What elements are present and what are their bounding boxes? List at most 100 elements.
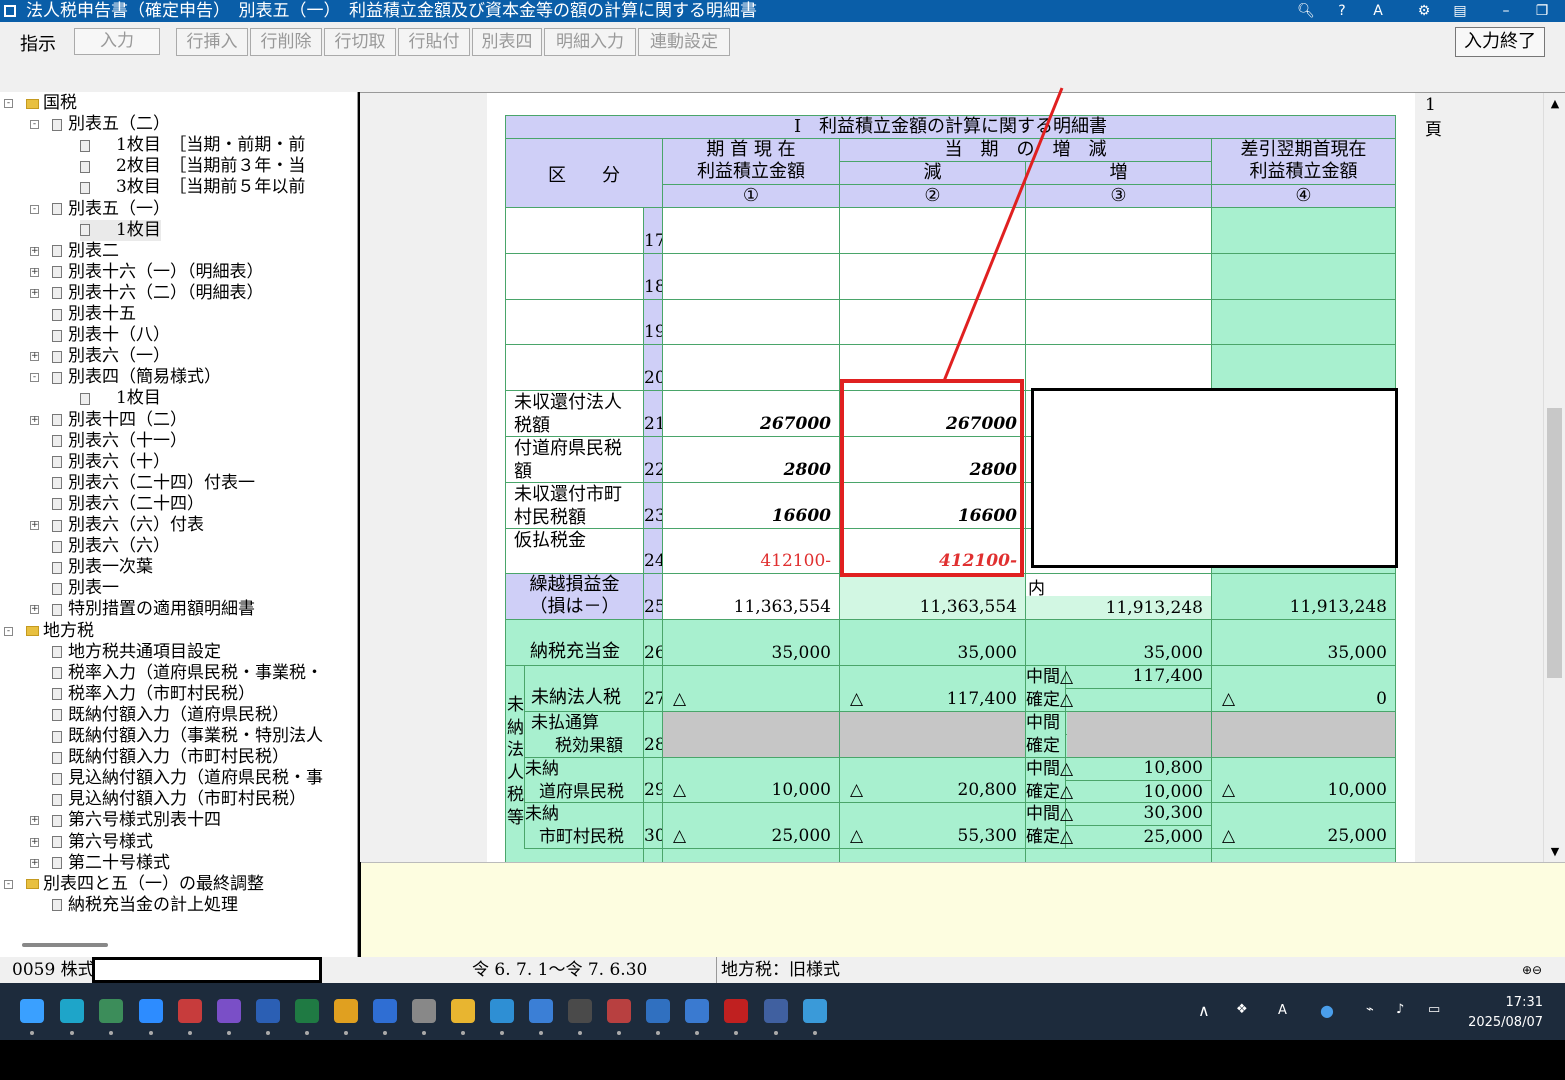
sub-cell-final[interactable]: 確定 — [1026, 734, 1211, 757]
tax-app-icon[interactable] — [685, 999, 709, 1023]
app-icon[interactable] — [217, 999, 241, 1023]
tree-item[interactable]: 1枚目 — [80, 388, 161, 409]
zoom-icon[interactable] — [139, 999, 163, 1023]
app-icon[interactable] — [412, 999, 436, 1023]
search-icon[interactable]: 🔍︎ — [1292, 0, 1320, 22]
input-cell[interactable] — [1212, 711, 1396, 758]
app-icon[interactable] — [490, 999, 514, 1023]
row-label-cell[interactable]: 仮払税金 — [506, 528, 644, 575]
excel-icon[interactable] — [295, 999, 319, 1023]
row-label-cell[interactable]: 未収還付市町 村民税額 — [506, 482, 644, 529]
tree-expander-icon[interactable]: + — [30, 858, 39, 868]
tree-expander-icon[interactable]: + — [30, 352, 39, 362]
tree-item[interactable]: 3枚目 ［当期前５年以前 — [80, 177, 305, 198]
tree-item[interactable]: 1枚目 ［当期・前期・前 — [80, 135, 305, 156]
tree-item[interactable]: 2枚目 ［当期前３年・当 — [80, 156, 305, 177]
input-cell[interactable]: 35,000 — [840, 620, 1026, 666]
clock[interactable]: 17:31 2025/08/07 — [1468, 993, 1543, 1033]
tax-app-icon[interactable] — [764, 999, 788, 1023]
tree-item[interactable]: 別表四と五（一）の最終調整 — [26, 874, 264, 895]
input-cell[interactable]: 35,000 — [1212, 620, 1396, 666]
app-icon[interactable] — [568, 999, 592, 1023]
row-label-cell[interactable] — [506, 253, 644, 300]
pdf-icon[interactable] — [724, 999, 748, 1023]
tree-expander-icon[interactable]: + — [30, 288, 39, 298]
zoom-icon[interactable]: ⊕⊖ — [1522, 957, 1542, 983]
layout-icon[interactable]: ▤ — [1446, 0, 1474, 22]
input-cell[interactable] — [663, 299, 840, 346]
input-cell[interactable] — [663, 253, 840, 300]
scroll-thumb[interactable] — [1547, 408, 1562, 678]
link-settings-button[interactable]: 連動設定 — [638, 28, 730, 56]
sub-cell-interim[interactable]: 中間 — [1026, 711, 1211, 735]
input-cell[interactable] — [1212, 208, 1396, 254]
input-cell[interactable]: 16600 — [663, 482, 840, 529]
tree-item[interactable]: 納税充当金の計上処理 — [52, 895, 238, 916]
paste-row-button[interactable]: 行貼付 — [398, 28, 470, 56]
delete-row-button[interactable]: 行削除 — [250, 28, 322, 56]
row-label-cell[interactable] — [506, 208, 644, 254]
tree-item[interactable]: 別表一 — [52, 578, 119, 599]
tree-item[interactable]: 別表四（簡易様式） — [52, 367, 221, 388]
input-cell[interactable]: 267000 — [663, 391, 840, 437]
help-icon[interactable]: ? — [1328, 0, 1356, 22]
tree-expander-icon[interactable]: - — [4, 626, 13, 636]
end-input-button[interactable]: 入力終了 — [1455, 27, 1545, 57]
tree-item[interactable]: 別表十五 — [52, 304, 136, 325]
tree-expander-icon[interactable]: - — [30, 204, 39, 214]
tree-expander-icon[interactable]: + — [30, 415, 39, 425]
input-cell[interactable] — [663, 345, 840, 392]
tree-item[interactable]: 別表十（八） — [52, 325, 170, 346]
tree-expander-icon[interactable]: - — [30, 373, 39, 383]
input-cell[interactable]: 11,913,248 — [1212, 574, 1396, 621]
sub-cell-final[interactable]: 確定△ 10,000 — [1026, 780, 1211, 803]
tree-expander-icon[interactable]: + — [30, 521, 39, 530]
detail-input-button[interactable]: 明細入力 — [544, 28, 636, 56]
insert-row-button[interactable]: 行挿入 — [176, 28, 248, 56]
cut-row-button[interactable]: 行切取 — [324, 28, 396, 56]
input-cell[interactable]: 35,000 — [663, 620, 840, 666]
input-cell[interactable]: 中間△ 30,300 確定△ 25,000 — [1026, 803, 1212, 850]
settings-icon[interactable]: ⚙ — [1410, 0, 1438, 22]
tree-item[interactable]: 別表六（十） — [52, 452, 170, 473]
restore-icon[interactable]: ❐ — [1528, 0, 1556, 22]
input-cell[interactable] — [663, 711, 840, 758]
app-icon[interactable] — [803, 999, 827, 1023]
input-cell[interactable]: 中間△ 10,800 確定△ 10,000 — [1026, 757, 1212, 804]
input-cell[interactable]: 2800 — [663, 437, 840, 483]
tree-item[interactable]: 別表十六（二）（明細表） — [52, 283, 264, 304]
beppyo4-button[interactable]: 別表四 — [472, 28, 542, 56]
input-cell[interactable]: 11,363,554 — [663, 574, 840, 621]
input-cell[interactable]: △ 10,000 — [1212, 757, 1396, 804]
input-cell[interactable] — [1212, 345, 1396, 392]
tree-item[interactable]: 特別措置の適用額明細書 — [52, 599, 255, 620]
tree-item[interactable]: 国税 — [26, 93, 77, 114]
input-cell[interactable]: 412100- — [840, 528, 1026, 575]
windows-start-icon[interactable] — [20, 999, 44, 1023]
tree-item[interactable]: 別表一次葉 — [52, 557, 153, 578]
font-icon[interactable]: A — [1364, 0, 1392, 22]
minimize-icon[interactable]: – — [1492, 0, 1520, 22]
app-icon[interactable] — [178, 999, 202, 1023]
tree-item[interactable]: 別表五（二） — [52, 114, 170, 135]
tree-expander-icon[interactable]: + — [30, 816, 39, 826]
tree-item[interactable]: 別表六（二十四） — [52, 494, 204, 515]
sub-cell-final[interactable]: 確定△ — [1026, 689, 1211, 711]
tree-expander-icon[interactable]: + — [30, 605, 39, 615]
browser-icon[interactable] — [99, 999, 123, 1023]
sub-cell-interim[interactable]: 中間△ 10,800 — [1026, 757, 1211, 781]
mode-field[interactable]: 入力 — [74, 28, 160, 55]
input-cell[interactable] — [1026, 345, 1212, 392]
tree-item[interactable]: 税率入力（市町村民税） — [52, 684, 255, 705]
input-cell[interactable] — [840, 208, 1026, 254]
scroll-up-icon[interactable]: ▲ — [1548, 97, 1562, 111]
tree-item[interactable]: 既納付額入力（事業税・特別法人 — [52, 726, 323, 747]
tree-item[interactable]: 第二十号様式 — [52, 853, 170, 874]
input-cell[interactable]: △ 0 — [1212, 666, 1396, 712]
tree-item[interactable]: 見込納付額入力（道府県民税・事 — [52, 768, 323, 789]
tree-item[interactable]: 別表十四（二） — [52, 410, 187, 431]
scroll-down-icon[interactable]: ▼ — [1548, 845, 1562, 859]
tree-item[interactable]: 既納付額入力（道府県民税） — [52, 705, 289, 726]
tree-expander-icon[interactable]: - — [30, 120, 39, 130]
app-icon[interactable] — [529, 999, 553, 1023]
